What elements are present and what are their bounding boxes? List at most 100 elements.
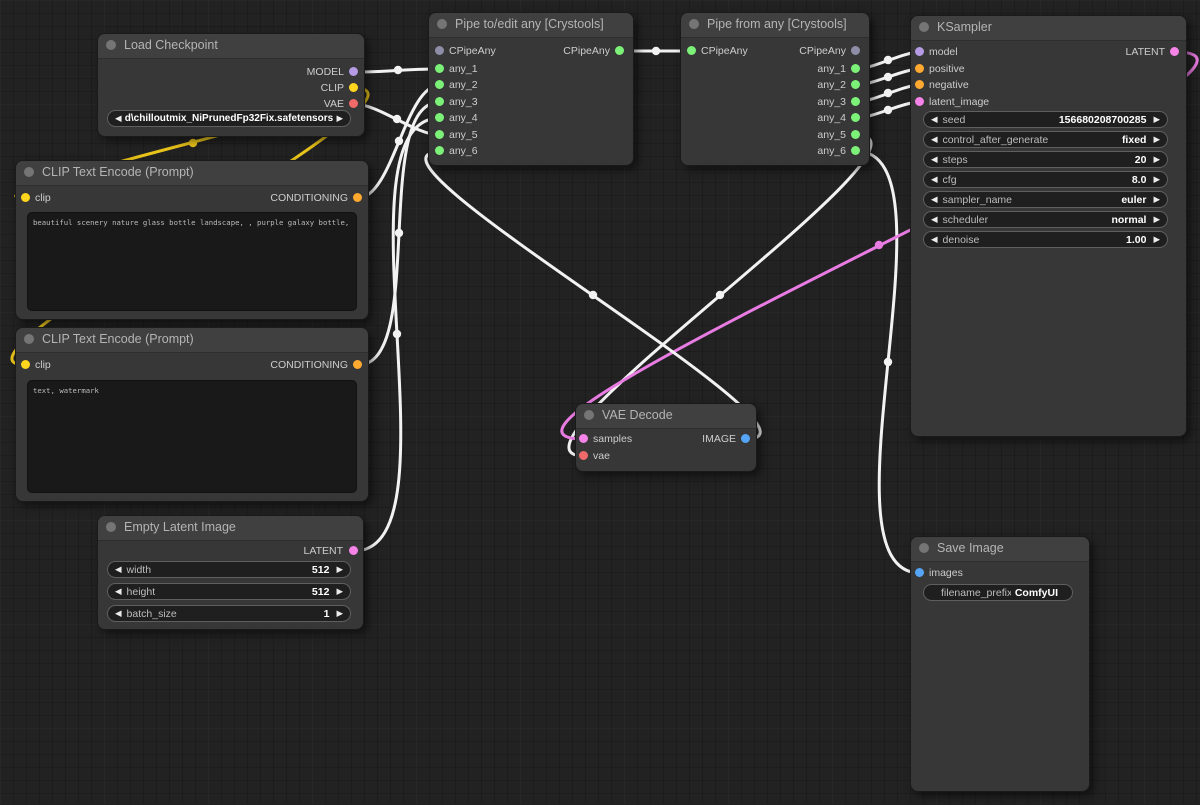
input-port-clip[interactable]	[21, 360, 30, 369]
widget-label: steps	[938, 154, 1131, 166]
control-after-generate-widget[interactable]: ◀ control_after_generate fixed ▶	[923, 131, 1168, 148]
input-port-any5[interactable]	[435, 130, 444, 139]
steps-widget[interactable]: ◀ steps 20 ▶	[923, 151, 1168, 168]
input-port-images[interactable]	[915, 568, 924, 577]
collapse-dot-icon[interactable]	[919, 22, 929, 32]
output-label-any2: any_2	[817, 80, 846, 91]
output-port-latent[interactable]	[1170, 47, 1179, 56]
link-midpoint-dot	[189, 139, 197, 147]
output-port-cpipeany[interactable]	[851, 46, 860, 55]
increment-arrow-icon[interactable]: ▶	[1153, 135, 1160, 144]
output-port-conditioning[interactable]	[353, 360, 362, 369]
input-port-vae[interactable]	[579, 451, 588, 460]
widget-value: 512	[308, 586, 337, 598]
input-port-cpipeany[interactable]	[687, 46, 696, 55]
increment-arrow-icon[interactable]: ▶	[1153, 175, 1160, 184]
collapse-dot-icon[interactable]	[24, 167, 34, 177]
prompt-textarea[interactable]: text, watermark	[27, 380, 357, 493]
output-label-any5: any_5	[817, 130, 846, 141]
link-midpoint-dot	[884, 73, 892, 81]
scheduler-widget[interactable]: ◀ scheduler normal ▶	[923, 211, 1168, 228]
link-midpoint-dot	[589, 291, 597, 299]
output-port-conditioning[interactable]	[353, 193, 362, 202]
increment-arrow-icon[interactable]: ▶	[336, 609, 343, 618]
widget-label: seed	[938, 114, 1055, 126]
output-label-clip: CLIP	[321, 83, 344, 94]
increment-arrow-icon[interactable]: ▶	[1153, 215, 1160, 224]
collapse-dot-icon[interactable]	[689, 19, 699, 29]
link-midpoint-dot	[884, 89, 892, 97]
collapse-dot-icon[interactable]	[437, 19, 447, 29]
output-port-any1[interactable]	[851, 64, 860, 73]
output-port-any4[interactable]	[851, 113, 860, 122]
increment-arrow-icon[interactable]: ▶	[1153, 235, 1160, 244]
widget-value: normal	[1107, 214, 1153, 226]
input-port-any1[interactable]	[435, 64, 444, 73]
input-label-cpipeany: CPipeAny	[449, 46, 496, 57]
output-port-model[interactable]	[349, 67, 358, 76]
input-port-any6[interactable]	[435, 146, 444, 155]
link-midpoint-dot	[884, 106, 892, 114]
link-midpoint-dot	[884, 56, 892, 64]
batch-size-widget[interactable]: ◀ batch_size 1 ▶	[107, 605, 351, 622]
input-port-latent-image[interactable]	[915, 97, 924, 106]
output-port-any3[interactable]	[851, 97, 860, 106]
output-port-cpipeany[interactable]	[615, 46, 624, 55]
collapse-dot-icon[interactable]	[24, 334, 34, 344]
output-port-any2[interactable]	[851, 80, 860, 89]
graph-canvas[interactable]: Load Checkpoint MODEL CLIP VAE ◀ d\chill…	[0, 0, 1200, 805]
output-port-clip[interactable]	[349, 83, 358, 92]
widget-label: denoise	[938, 234, 1122, 246]
input-port-positive[interactable]	[915, 64, 924, 73]
collapse-dot-icon[interactable]	[106, 522, 116, 532]
ckpt-name-value: d\chilloutmix_NiPrunedFp32Fix.safetensor…	[122, 113, 337, 124]
input-label-samples: samples	[593, 434, 632, 445]
output-label-latent: LATENT	[304, 546, 343, 557]
link-midpoint-dot	[394, 66, 402, 74]
sampler-name-widget[interactable]: ◀ sampler_name euler ▶	[923, 191, 1168, 208]
output-port-any5[interactable]	[851, 130, 860, 139]
prompt-textarea[interactable]: beautiful scenery nature glass bottle la…	[27, 212, 357, 311]
cfg-widget[interactable]: ◀ cfg 8.0 ▶	[923, 171, 1168, 188]
input-port-clip[interactable]	[21, 193, 30, 202]
input-label-latent-image: latent_image	[929, 97, 989, 108]
input-port-model[interactable]	[915, 47, 924, 56]
widget-label: width	[122, 564, 308, 576]
node-title: KSampler	[937, 21, 992, 34]
increment-arrow-icon[interactable]: ▶	[1153, 115, 1160, 124]
node-title: CLIP Text Encode (Prompt)	[42, 333, 194, 346]
next-arrow-icon[interactable]: ▶	[336, 114, 343, 123]
input-port-any2[interactable]	[435, 80, 444, 89]
output-label-cpipeany: CPipeAny	[563, 46, 610, 57]
collapse-dot-icon[interactable]	[584, 410, 594, 420]
input-port-any4[interactable]	[435, 113, 444, 122]
output-port-any6[interactable]	[851, 146, 860, 155]
increment-arrow-icon[interactable]: ▶	[1153, 195, 1160, 204]
node-title: Load Checkpoint	[124, 39, 218, 52]
input-port-any3[interactable]	[435, 97, 444, 106]
increment-arrow-icon[interactable]: ▶	[336, 565, 343, 574]
widget-value: fixed	[1118, 134, 1154, 146]
input-port-negative[interactable]	[915, 80, 924, 89]
increment-arrow-icon[interactable]: ▶	[336, 587, 343, 596]
height-widget[interactable]: ◀ height 512 ▶	[107, 583, 351, 600]
seed-widget[interactable]: ◀ seed 156680208700285 ▶	[923, 111, 1168, 128]
input-port-cpipeany[interactable]	[435, 46, 444, 55]
denoise-widget[interactable]: ◀ denoise 1.00 ▶	[923, 231, 1168, 248]
input-label-clip: clip	[35, 360, 51, 371]
output-port-vae[interactable]	[349, 99, 358, 108]
widget-label: sampler_name	[938, 194, 1118, 206]
ckpt-name-widget[interactable]: ◀ d\chilloutmix_NiPrunedFp32Fix.safetens…	[107, 110, 351, 127]
filename-prefix-widget[interactable]: filename_prefix ComfyUI	[923, 584, 1073, 601]
output-port-latent[interactable]	[349, 546, 358, 555]
collapse-dot-icon[interactable]	[106, 40, 116, 50]
input-label-clip: clip	[35, 193, 51, 204]
increment-arrow-icon[interactable]: ▶	[1153, 155, 1160, 164]
input-port-samples[interactable]	[579, 434, 588, 443]
width-widget[interactable]: ◀ width 512 ▶	[107, 561, 351, 578]
widget-value: 156680208700285	[1055, 114, 1154, 126]
widget-value: 8.0	[1128, 174, 1154, 186]
widget-value: 1	[320, 608, 337, 620]
collapse-dot-icon[interactable]	[919, 543, 929, 553]
output-port-image[interactable]	[741, 434, 750, 443]
